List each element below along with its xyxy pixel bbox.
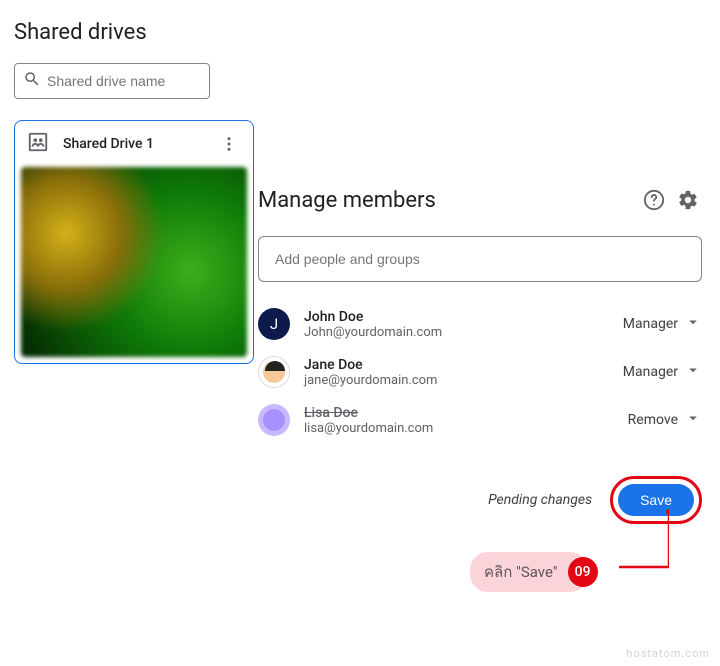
save-button[interactable]: Save (618, 484, 694, 516)
add-people-input[interactable] (275, 251, 685, 267)
save-highlight-ring: Save (610, 476, 702, 524)
avatar: J (258, 308, 290, 340)
member-name: John Doe (304, 309, 609, 325)
drive-cover-image (21, 167, 247, 357)
avatar (258, 356, 290, 388)
member-email: lisa@yourdomain.com (304, 421, 614, 436)
chevron-down-icon (684, 313, 702, 335)
member-row: Lisa Doelisa@yourdomain.com Remove (258, 396, 702, 444)
member-email: John@yourdomain.com (304, 325, 609, 340)
callout-step-badge: 09 (568, 557, 598, 587)
more-options-button[interactable] (217, 132, 241, 156)
shared-drive-title: Shared Drive 1 (63, 136, 203, 152)
search-input[interactable] (47, 73, 201, 89)
search-input-container[interactable] (14, 63, 210, 99)
member-name: Jane Doe (304, 357, 609, 373)
role-dropdown[interactable]: Manager (623, 361, 702, 383)
help-button[interactable] (640, 186, 668, 214)
member-email: jane@yourdomain.com (304, 373, 609, 388)
chevron-down-icon (684, 409, 702, 431)
watermark: hostatom.com (626, 647, 710, 660)
member-name: Lisa Doe (304, 405, 614, 421)
avatar (258, 404, 290, 436)
role-dropdown[interactable]: Manager (623, 313, 702, 335)
chevron-down-icon (684, 361, 702, 383)
member-row: Jane Doejane@yourdomain.com Manager (258, 348, 702, 396)
pending-changes-text: Pending changes (488, 492, 592, 508)
settings-button[interactable] (674, 186, 702, 214)
search-icon (23, 70, 41, 92)
page-title: Shared drives (0, 0, 720, 45)
instruction-callout: คลิก "Save" 09 (470, 552, 598, 592)
shared-drive-card[interactable]: Shared Drive 1 (14, 120, 254, 364)
manage-members-panel: Manage members J John DoeJohn@yourdomain.… (258, 186, 702, 524)
shared-drive-icon (27, 131, 49, 157)
member-row: J John DoeJohn@yourdomain.com Manager (258, 300, 702, 348)
panel-title: Manage members (258, 188, 634, 213)
role-dropdown[interactable]: Remove (628, 409, 702, 431)
add-people-input-container[interactable] (258, 236, 702, 282)
